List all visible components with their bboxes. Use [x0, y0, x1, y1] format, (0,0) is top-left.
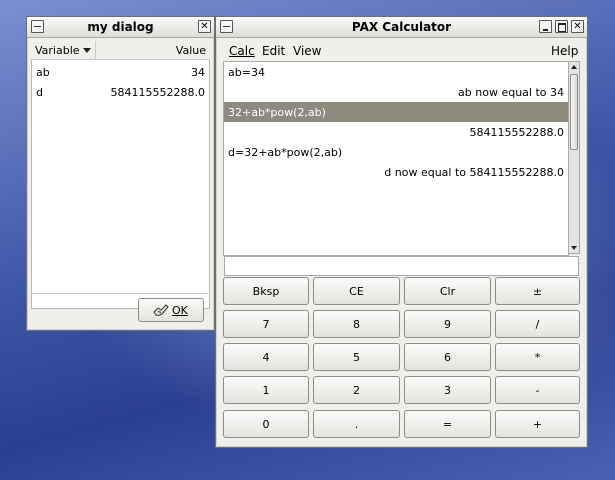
variable-value: 584115552288.0: [110, 86, 205, 99]
scroll-down-icon[interactable]: [569, 243, 579, 253]
key-label: 0: [262, 418, 270, 431]
scroll-up-icon[interactable]: [569, 62, 579, 72]
history-text: d now equal to 584115552288.0: [384, 166, 564, 179]
digit-8-button[interactable]: 8: [313, 310, 400, 338]
key-label: Clr: [439, 285, 456, 298]
multiply-button[interactable]: *: [495, 343, 580, 371]
decimal-button[interactable]: .: [313, 410, 400, 438]
divide-button[interactable]: /: [495, 310, 580, 338]
calculator-title: PAX Calculator: [351, 20, 452, 34]
key-label: CE: [349, 285, 364, 298]
menu-calc[interactable]: Calc: [229, 44, 255, 58]
backspace-button[interactable]: Bksp: [223, 277, 309, 305]
history-line[interactable]: d now equal to 584115552288.0: [224, 162, 568, 182]
key-label: ±: [532, 285, 543, 298]
close-icon[interactable]: ✕: [571, 20, 584, 33]
history-display[interactable]: ab=34 ab now equal to 34 32+ab*pow(2,ab)…: [223, 61, 569, 256]
history-text: d=32+ab*pow(2,ab): [228, 146, 343, 159]
history-scrollbar[interactable]: [568, 61, 580, 254]
key-label: /: [535, 318, 540, 331]
calculator-titlebar[interactable]: PAX Calculator ✕: [216, 17, 587, 38]
key-label: 6: [444, 351, 451, 364]
key-label: 1: [262, 384, 270, 397]
history-text: 32+ab*pow(2,ab): [228, 106, 326, 119]
menu-help[interactable]: Help: [551, 44, 578, 58]
digit-2-button[interactable]: 2: [313, 376, 400, 404]
dialog-divider: [31, 293, 210, 294]
history-text: ab now equal to 34: [458, 86, 564, 99]
key-label: Bksp: [252, 285, 280, 298]
variable-value: 34: [191, 66, 205, 79]
list-header: Variable Value: [31, 41, 210, 60]
ok-hand-icon: [153, 304, 169, 316]
subtract-button[interactable]: -: [495, 376, 580, 404]
menu-view[interactable]: View: [293, 44, 321, 58]
digit-9-button[interactable]: 9: [404, 310, 491, 338]
digit-7-button[interactable]: 7: [223, 310, 309, 338]
digit-6-button[interactable]: 6: [404, 343, 491, 371]
ok-button-label: OK: [172, 304, 188, 317]
history-line[interactable]: d=32+ab*pow(2,ab): [224, 142, 568, 162]
digit-5-button[interactable]: 5: [313, 343, 400, 371]
digit-0-button[interactable]: 0: [223, 410, 309, 438]
key-label: 3: [444, 384, 451, 397]
list-item[interactable]: ab 34: [32, 62, 209, 82]
negate-button[interactable]: ±: [495, 277, 580, 305]
key-label: 2: [353, 384, 360, 397]
variable-column-header[interactable]: Variable: [31, 41, 96, 59]
digit-1-button[interactable]: 1: [223, 376, 309, 404]
dialog-title: my dialog: [87, 20, 154, 34]
ok-button[interactable]: OK: [138, 298, 204, 322]
key-label: *: [534, 351, 541, 364]
history-line[interactable]: 584115552288.0: [224, 122, 568, 142]
scrollbar-thumb[interactable]: [570, 74, 578, 150]
digit-4-button[interactable]: 4: [223, 343, 309, 371]
close-icon[interactable]: ✕: [198, 20, 211, 33]
clear-entry-button[interactable]: CE: [313, 277, 400, 305]
clear-button[interactable]: Clr: [404, 277, 491, 305]
key-label: .: [354, 418, 359, 431]
value-column-header[interactable]: Value: [176, 44, 206, 57]
variable-header-label: Variable: [35, 44, 80, 57]
key-label: +: [532, 418, 543, 431]
history-text: 584115552288.0: [469, 126, 564, 139]
equals-button[interactable]: =: [404, 410, 491, 438]
history-text: ab=34: [228, 66, 265, 79]
chevron-down-icon: [83, 48, 91, 53]
add-button[interactable]: +: [495, 410, 580, 438]
variable-name: d: [36, 86, 43, 99]
key-label: =: [442, 418, 453, 431]
variable-name: ab: [36, 66, 50, 79]
expression-input[interactable]: [224, 256, 579, 276]
history-line[interactable]: ab=34: [224, 62, 568, 82]
key-label: -: [535, 384, 540, 397]
key-label: 8: [353, 318, 360, 331]
history-line-selected[interactable]: 32+ab*pow(2,ab): [224, 102, 568, 122]
key-label: 7: [262, 318, 270, 331]
history-line[interactable]: ab now equal to 34: [224, 82, 568, 102]
key-label: 4: [262, 351, 270, 364]
variable-list[interactable]: ab 34 d 584115552288.0: [31, 60, 210, 309]
menu-edit[interactable]: Edit: [262, 44, 285, 58]
maximize-icon[interactable]: [555, 20, 568, 33]
key-label: 9: [444, 318, 451, 331]
digit-3-button[interactable]: 3: [404, 376, 491, 404]
dialog-titlebar[interactable]: my dialog ✕: [27, 17, 214, 38]
minimize-icon[interactable]: [539, 20, 552, 33]
list-item[interactable]: d 584115552288.0: [32, 82, 209, 102]
key-label: 5: [353, 351, 360, 364]
my-dialog-window: my dialog ✕ Variable Value ab 34 d 58411…: [26, 16, 215, 331]
